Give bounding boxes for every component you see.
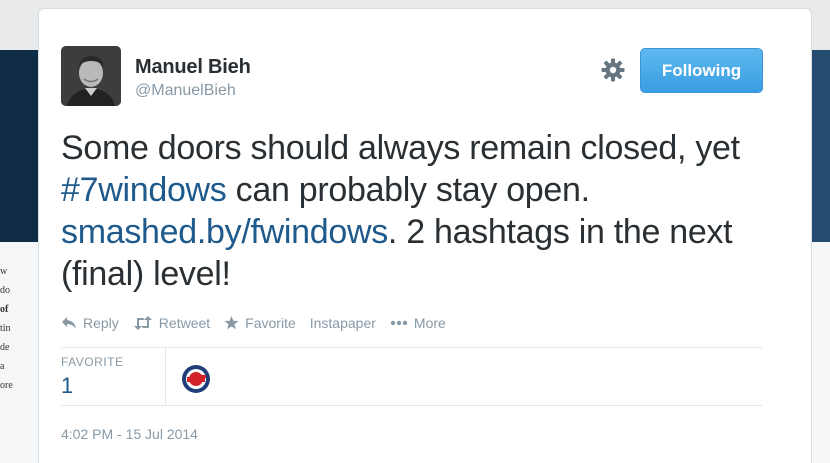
reply-label: Reply [83,315,119,331]
favoriter-avatar[interactable] [181,364,211,394]
favorite-button[interactable]: Favorite [224,315,296,331]
gear-icon[interactable] [600,57,626,83]
retweet-button[interactable]: Retweet [133,315,210,331]
more-label: More [413,315,446,331]
url-link[interactable]: smashed.by/fwindows [61,213,388,251]
timestamp[interactable]: 4:02 PM - 15 Jul 2014 [61,426,198,442]
favorite-stat-label: FAVORITE [61,355,124,369]
star-icon [224,316,239,330]
tweet-text-part: can probably stay open. [226,171,590,209]
tweet-card: Manuel Bieh @ManuelBieh Following Some d… [38,8,812,463]
screen-name[interactable]: @ManuelBieh [135,82,236,100]
stat-separator [165,347,166,405]
avatar[interactable] [61,46,121,106]
reply-icon [62,317,76,329]
tweet-text-part: Some doors should always remain closed, … [61,129,740,167]
background-text-fragment: w do of tin de a ore [0,266,13,391]
more-button[interactable]: More [390,315,446,331]
favorite-label: Favorite [245,315,296,331]
reply-button[interactable]: Reply [61,315,119,331]
retweet-label: Retweet [158,315,211,331]
tweet-text: Some doors should always remain closed, … [61,127,781,295]
instapaper-label: Instapaper [309,315,376,331]
instapaper-button[interactable]: Instapaper [310,315,376,331]
following-button[interactable]: Following [640,48,763,93]
tweet-actions: Reply Retweet Favorite Instapaper More [61,313,460,333]
hashtag-link[interactable]: #7windows [61,171,227,209]
retweet-icon [133,316,152,330]
divider [61,405,762,406]
favorite-stat-count[interactable]: 1 [61,373,73,399]
display-name[interactable]: Manuel Bieh [135,56,251,79]
tweet-stats: FAVORITE 1 [61,347,762,405]
more-dots-icon [390,320,408,326]
